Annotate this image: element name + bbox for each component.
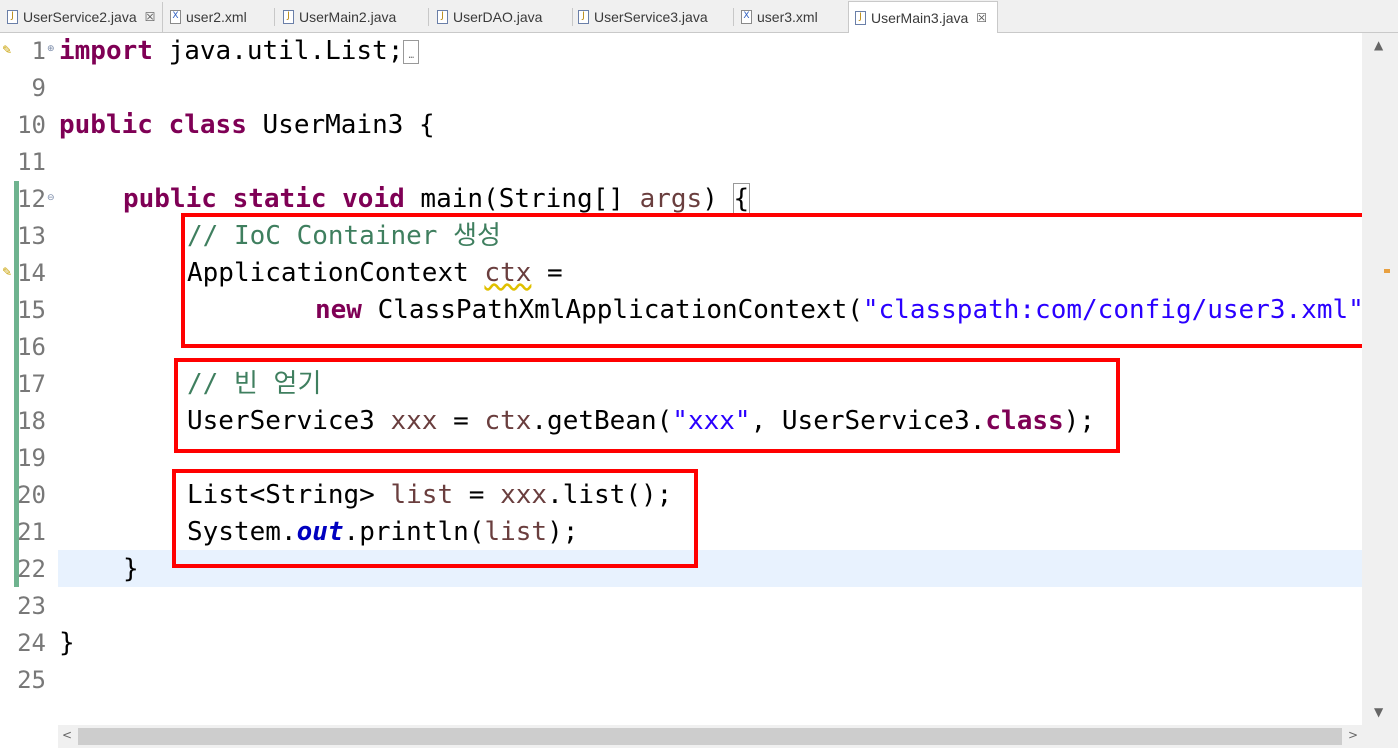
- tab-label: UserDAO.java: [453, 9, 543, 25]
- tab-user3-xml[interactable]: X user3.xml: [741, 2, 846, 32]
- tab-userservice2-java[interactable]: J UserService2.java ☒: [0, 2, 163, 32]
- tab-userservice3-java[interactable]: J UserService3.java: [578, 2, 733, 32]
- code-text: }: [123, 554, 139, 584]
- tab-label: UserService2.java: [23, 9, 137, 25]
- fold-expand-icon[interactable]: ⊕: [47, 45, 55, 54]
- line-number: 25: [17, 666, 46, 694]
- line-number: 9: [31, 74, 46, 102]
- tab-usermain3-java[interactable]: J UserMain3.java ☒: [848, 1, 998, 33]
- line-number: 18: [17, 407, 46, 435]
- folded-imports-marker[interactable]: …: [403, 39, 420, 64]
- line-number: 12: [17, 185, 46, 213]
- code-text: }: [59, 628, 75, 658]
- scroll-down-icon[interactable]: ▼: [1374, 705, 1383, 719]
- tab-label: user3.xml: [757, 9, 818, 25]
- line-number: 13: [17, 222, 46, 250]
- tab-label: user2.xml: [186, 9, 247, 25]
- code-text: java.util.List;: [152, 36, 404, 66]
- code-text: UserMain3 {: [246, 110, 435, 140]
- tab-separator: [572, 8, 573, 26]
- tab-label: UserMain3.java: [871, 9, 969, 26]
- line-number: 17: [17, 370, 46, 398]
- keyword: static: [232, 184, 327, 214]
- vertical-scrollbar[interactable]: ▲ ▼: [1362, 33, 1398, 725]
- line-number: 15: [17, 296, 46, 324]
- editor-tab-bar: J UserService2.java ☒ X user2.xml J User…: [0, 0, 1398, 33]
- code-line-22[interactable]: }: [123, 551, 139, 588]
- line-number: 10: [17, 111, 46, 139]
- java-file-icon: J: [437, 10, 448, 24]
- overview-ruler-warning-marker[interactable]: [1384, 269, 1390, 273]
- java-file-icon: J: [7, 10, 18, 24]
- keyword: void: [342, 184, 405, 214]
- tab-label: UserService3.java: [594, 9, 708, 25]
- line-number: 14: [17, 259, 46, 287]
- annotation-box-list-output: [172, 469, 698, 568]
- line-number: 21: [17, 518, 46, 546]
- keyword: public: [123, 184, 217, 214]
- keyword: public: [59, 110, 153, 140]
- line-number: 19: [17, 444, 46, 472]
- line-number: 11: [17, 148, 46, 176]
- keyword: import: [59, 36, 153, 66]
- tab-separator: [274, 8, 275, 26]
- annotation-box-get-bean: [174, 358, 1120, 453]
- line-number: 20: [17, 481, 46, 509]
- tab-separator: [428, 8, 429, 26]
- scrollbar-corner: [1362, 725, 1398, 748]
- code-editor[interactable]: ✎ ✎ ⊕ ⊖ 1 9 10 11 12 13 14 15 16 17 18 1…: [0, 33, 1398, 748]
- tab-label: UserMain2.java: [299, 9, 397, 25]
- java-file-icon: J: [283, 10, 294, 24]
- code-line-10[interactable]: public class UserMain3 {: [59, 107, 435, 144]
- code-line-24[interactable]: }: [59, 625, 75, 662]
- tab-user2-xml[interactable]: X user2.xml: [170, 2, 275, 32]
- fold-collapse-icon[interactable]: ⊖: [47, 194, 55, 203]
- line-number: 24: [17, 629, 46, 657]
- tab-userdao-java[interactable]: J UserDAO.java: [437, 2, 572, 32]
- annotation-box-ioc-container: [181, 213, 1391, 348]
- tab-usermain2-java[interactable]: J UserMain2.java: [283, 2, 428, 32]
- line-number: 23: [17, 592, 46, 620]
- scroll-left-icon[interactable]: <: [62, 728, 72, 742]
- java-file-icon: J: [578, 10, 589, 24]
- keyword: class: [168, 110, 247, 140]
- line-number: 16: [17, 333, 46, 361]
- scroll-up-icon[interactable]: ▲: [1374, 38, 1383, 52]
- line-number: 22: [17, 555, 46, 583]
- java-file-icon: J: [855, 10, 866, 25]
- xml-file-icon: X: [741, 10, 752, 24]
- parameter: args: [639, 184, 703, 214]
- line-number: 1: [31, 37, 46, 65]
- code-line-1[interactable]: import java.util.List;…: [59, 33, 420, 70]
- tab-separator: [733, 8, 734, 26]
- code-text: main(String[]: [404, 184, 640, 214]
- code-text: ): [702, 184, 734, 214]
- matching-bracket: {: [732, 183, 751, 215]
- scroll-right-icon[interactable]: >: [1348, 728, 1358, 742]
- close-icon[interactable]: ☒: [145, 10, 156, 24]
- close-icon[interactable]: ☒: [976, 11, 987, 25]
- horizontal-scroll-thumb[interactable]: [78, 728, 1342, 745]
- xml-file-icon: X: [170, 10, 181, 24]
- horizontal-scrollbar[interactable]: < >: [58, 725, 1362, 748]
